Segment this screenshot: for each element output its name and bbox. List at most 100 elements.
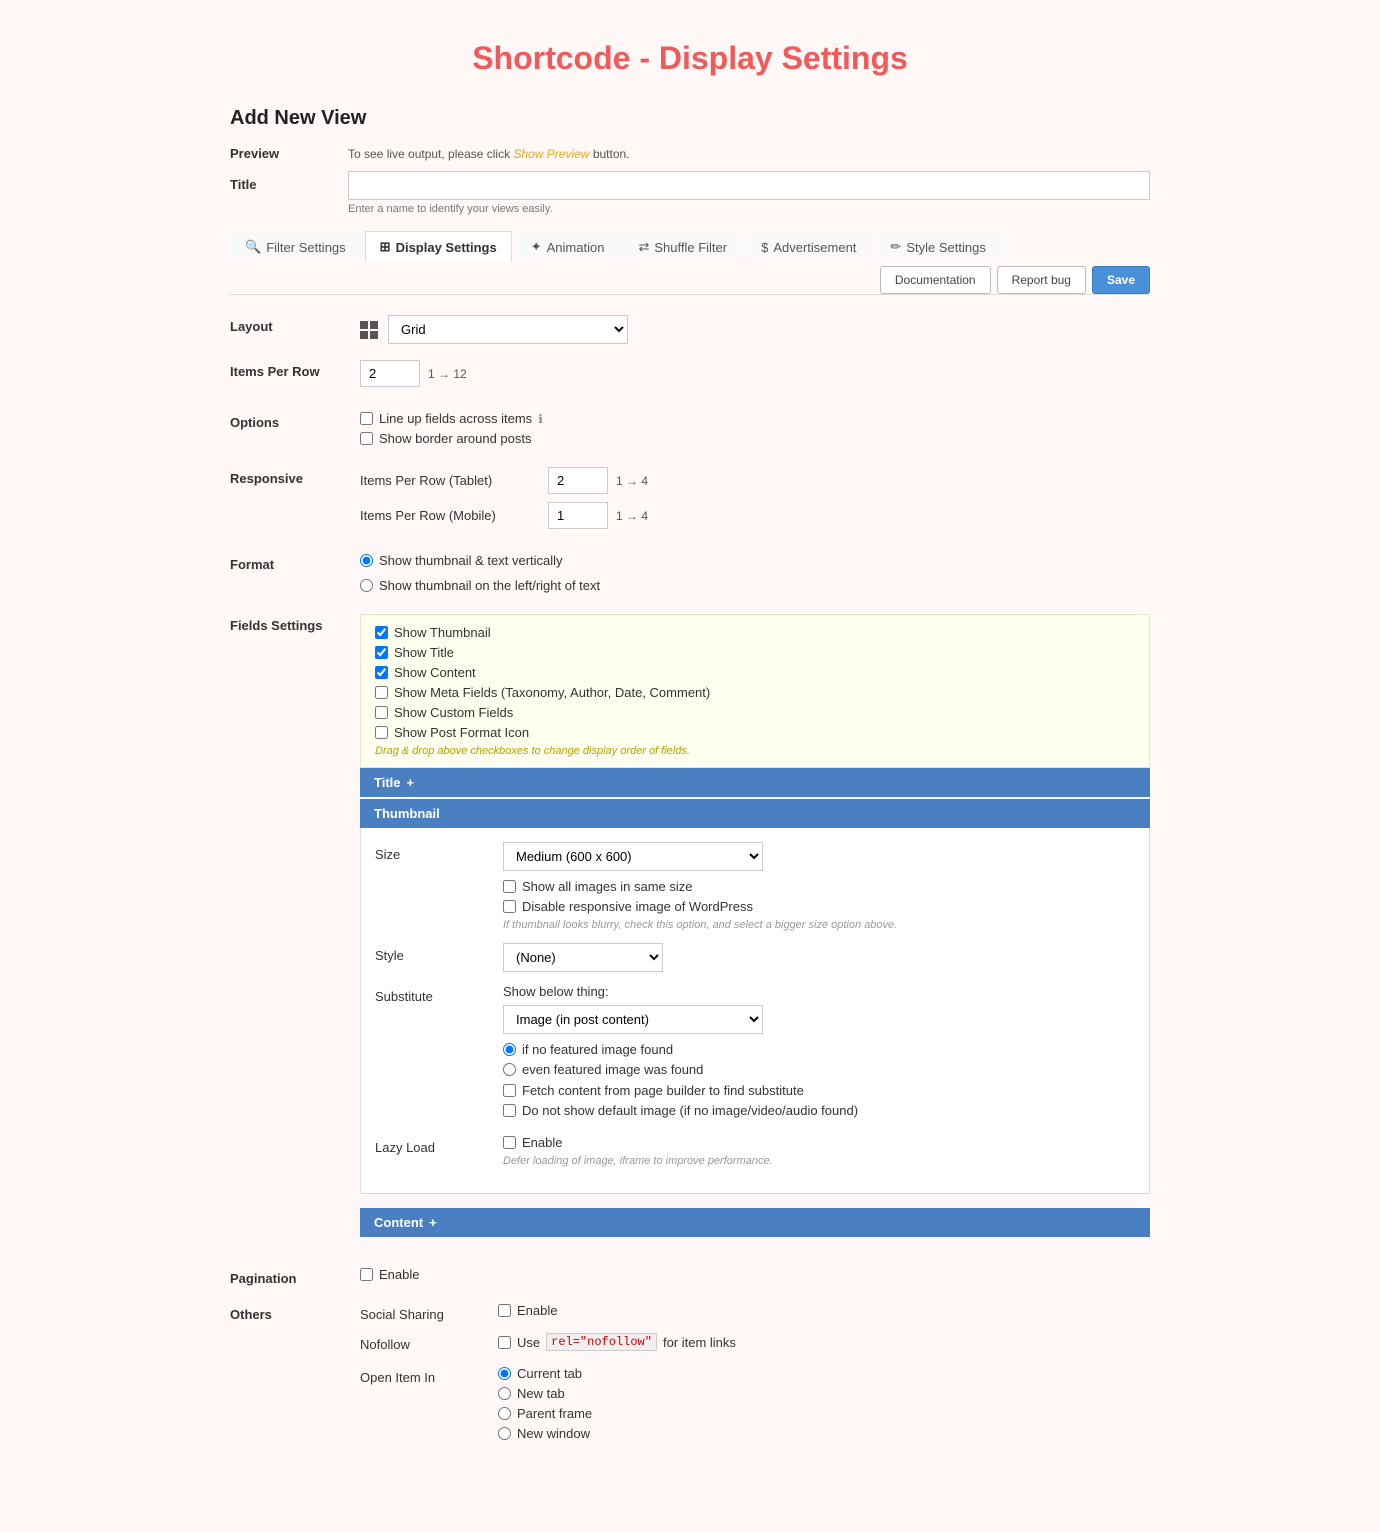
nofollow-content: Use rel="nofollow" for item links [498,1333,736,1356]
show-below-label: Show below thing: [503,984,1135,999]
documentation-button[interactable]: Documentation [880,266,991,294]
content-section-bar[interactable]: Content + [360,1208,1150,1237]
line-up-row: Line up fields across items ℹ [360,411,1150,426]
do-not-show-row: Do not show default image (if no image/v… [503,1103,1135,1118]
open-item-label: Open Item In [360,1366,490,1385]
show-thumbnail-label: Show Thumbnail [394,625,491,640]
show-meta-row: Show Meta Fields (Taxonomy, Author, Date… [375,685,1135,700]
title-section-bar[interactable]: Title + [360,768,1150,797]
fetch-content-row: Fetch content from page builder to find … [503,1083,1135,1098]
new-window-row: New window [498,1426,592,1441]
social-enable-checkbox[interactable] [498,1304,511,1317]
show-content-row: Show Content [375,665,1135,680]
show-thumbnail-checkbox[interactable] [375,626,388,639]
even-featured-radio[interactable] [503,1063,516,1076]
thumbnail-section: Size Medium (600 x 600) Thumbnail (150x1… [360,828,1150,1194]
size-select[interactable]: Medium (600 x 600) Thumbnail (150x150) M… [503,842,763,871]
show-same-size-checkbox[interactable] [503,880,516,893]
responsive-content: Items Per Row (Tablet) 1 → 4 Items Per R… [360,467,1150,537]
tab-shuffle-filter[interactable]: ⇄ Shuffle Filter [623,231,742,262]
nofollow-code: rel="nofollow" [546,1333,657,1351]
mobile-input[interactable] [548,502,608,529]
show-custom-checkbox[interactable] [375,706,388,719]
show-content-checkbox[interactable] [375,666,388,679]
format-horizontal-radio[interactable] [360,579,373,592]
format-content: Show thumbnail & text vertically Show th… [360,553,1150,598]
do-not-show-label: Do not show default image (if no image/v… [522,1103,858,1118]
tab-display-settings[interactable]: ⊞ Display Settings [365,231,512,262]
show-meta-checkbox[interactable] [375,686,388,699]
fetch-content-checkbox[interactable] [503,1084,516,1097]
new-tab-label: New tab [517,1386,565,1401]
report-bug-button[interactable]: Report bug [997,266,1086,294]
content-bar-plus: + [429,1215,437,1230]
show-border-checkbox[interactable] [360,432,373,445]
thumbnail-section-bar[interactable]: Thumbnail [360,799,1150,828]
if-no-featured-radio[interactable] [503,1043,516,1056]
format-vertical-radio[interactable] [360,554,373,567]
tab-actions: Documentation Report bug Save [880,266,1150,294]
save-button[interactable]: Save [1092,266,1150,294]
style-icon: ✏ [890,239,901,255]
tab-style-settings[interactable]: ✏ Style Settings [875,231,1000,262]
advertisement-icon: $ [761,240,768,255]
social-sharing-label: Social Sharing [360,1303,490,1322]
lazy-load-checkbox[interactable] [503,1136,516,1149]
if-no-featured-row: if no featured image found [503,1042,1135,1057]
if-no-featured-label: if no featured image found [522,1042,673,1057]
size-row: Size Medium (600 x 600) Thumbnail (150x1… [375,842,1135,931]
tab-advertisement[interactable]: $ Advertisement [746,232,871,262]
pagination-enable-row: Enable [360,1267,1150,1282]
mobile-range: 1 → 4 [616,509,648,523]
mobile-label: Items Per Row (Mobile) [360,508,540,523]
parent-frame-label: Parent frame [517,1406,592,1421]
animation-icon: ✦ [531,239,542,255]
grid-icon [360,321,378,339]
drag-hint: Drag & drop above checkboxes to change d… [375,745,1135,757]
format-horizontal-label: Show thumbnail on the left/right of text [379,578,600,593]
show-meta-label: Show Meta Fields (Taxonomy, Author, Date… [394,685,710,700]
layout-label: Layout [230,315,360,334]
items-per-row-range: 1 → 12 [428,367,467,381]
show-border-label: Show border around posts [379,431,531,446]
layout-row: Layout Grid List Masonry [230,315,1150,344]
new-window-label: New window [517,1426,590,1441]
show-custom-row: Show Custom Fields [375,705,1135,720]
show-post-format-checkbox[interactable] [375,726,388,739]
do-not-show-checkbox[interactable] [503,1104,516,1117]
new-tab-radio[interactable] [498,1387,511,1400]
items-per-row-input[interactable] [360,360,420,387]
layout-select[interactable]: Grid List Masonry [388,315,628,344]
substitute-row: Substitute Show below thing: Image (in p… [375,984,1135,1123]
tab-animation[interactable]: ✦ Animation [516,231,620,262]
substitute-select[interactable]: Image (in post content) Video Audio [503,1005,763,1034]
show-title-checkbox[interactable] [375,646,388,659]
new-tab-row: New tab [498,1386,592,1401]
add-new-view-heading: Add New View [230,107,1150,130]
title-input[interactable] [348,171,1150,200]
content-bar-label: Content [374,1215,423,1230]
pagination-enable-checkbox[interactable] [360,1268,373,1281]
nofollow-checkbox[interactable] [498,1336,511,1349]
line-up-checkbox[interactable] [360,412,373,425]
format-vertical-row: Show thumbnail & text vertically [360,553,1150,568]
current-tab-radio[interactable] [498,1367,511,1380]
tab-filter-settings[interactable]: 🔍 Filter Settings [230,231,361,262]
fetch-content-label: Fetch content from page builder to find … [522,1083,804,1098]
show-preview-link[interactable]: Show Preview [513,147,589,161]
lazy-load-enable-label: Enable [522,1135,562,1150]
show-border-row: Show border around posts [360,431,1150,446]
show-same-size-label: Show all images in same size [522,879,693,894]
nofollow-row: Nofollow Use rel="nofollow" for item lin… [360,1333,1150,1356]
new-window-radio[interactable] [498,1427,511,1440]
others-label: Others [230,1303,360,1322]
parent-frame-radio[interactable] [498,1407,511,1420]
info-icon: ℹ [538,412,543,426]
tablet-input[interactable] [548,467,608,494]
layout-content: Grid List Masonry [360,315,1150,344]
show-same-size-row: Show all images in same size [503,879,1135,894]
preview-label: Preview [230,146,340,161]
style-row: Style (None) Circle Rounded [375,943,1135,972]
style-select[interactable]: (None) Circle Rounded [503,943,663,972]
disable-responsive-checkbox[interactable] [503,900,516,913]
